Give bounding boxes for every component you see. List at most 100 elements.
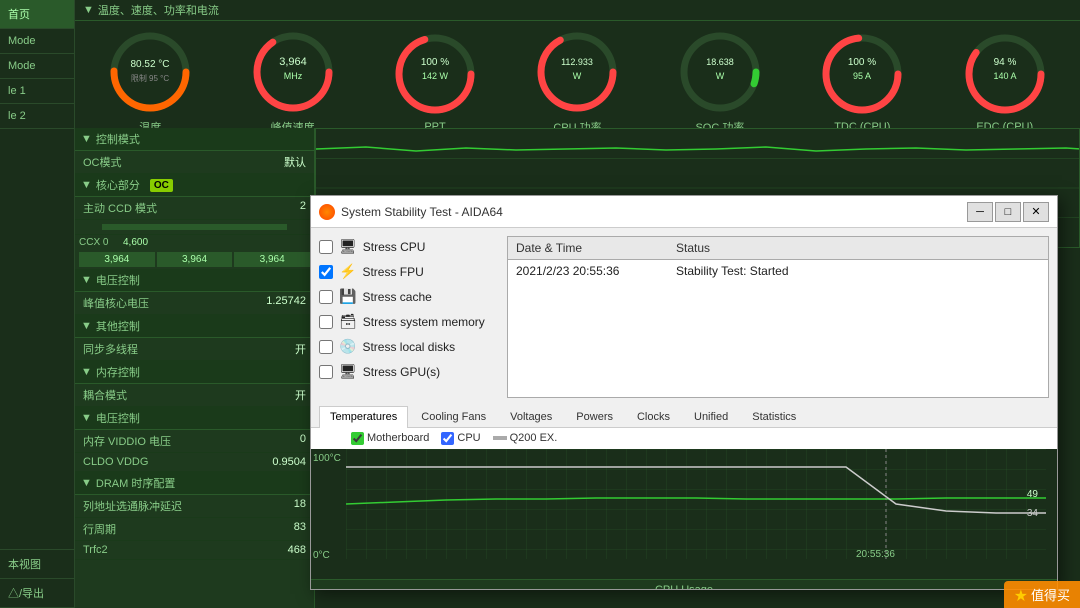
- minimize-button[interactable]: ─: [967, 202, 993, 222]
- svg-text:112.933: 112.933: [562, 57, 594, 67]
- addr-row: 列地址选通脉冲延迟 18: [75, 495, 314, 518]
- svg-text:34: 34: [1027, 508, 1039, 519]
- gauge-edc-cpu: 94 % 140 A EDC (CPU): [945, 29, 1065, 133]
- sidebar-item-home[interactable]: 首页: [0, 0, 74, 29]
- freq-val-2: 3,964: [234, 252, 310, 267]
- sidebar-item-view[interactable]: 本视图: [0, 550, 74, 579]
- viddio-label: 内存 VIDDIO 电压: [83, 433, 171, 449]
- peak-voltage-row: 峰值核心电压 1.25742: [75, 292, 314, 315]
- voltage-ctrl2-title: 电压控制: [96, 410, 140, 426]
- tab-temperatures[interactable]: Temperatures: [319, 406, 408, 428]
- log-row-date: 2021/2/23 20:55:36: [516, 264, 676, 278]
- cpu-usage-section: CPU Usage 100%: [311, 579, 1057, 590]
- sidebar-item-mode2[interactable]: Mode: [0, 54, 74, 79]
- viddio-row: 内存 VIDDIO 电压 0: [75, 430, 314, 453]
- oc-mode-row[interactable]: OC模式 默认: [75, 151, 314, 174]
- coupling-label: 耦合模式: [83, 387, 127, 403]
- stress-gpu-checkbox[interactable]: [319, 365, 333, 379]
- svg-text:95 A: 95 A: [853, 71, 871, 81]
- log-row-0: 2021/2/23 20:55:36 Stability Test: Start…: [508, 260, 1048, 282]
- gauge-tdc-cpu: 100 % 95 A TDC (CPU): [802, 29, 922, 133]
- stress-cpu-checkbox[interactable]: [319, 240, 333, 254]
- gauge-temperature: 80.52 °C 限制 95 °C 温度: [90, 27, 210, 135]
- voltage-control-arrow: ▼: [81, 274, 92, 286]
- oc-mode-value: 默认: [284, 154, 306, 170]
- gauges-header: ▼ 温度、速度、功率和电流: [75, 0, 1080, 21]
- stability-test-dialog: System Stability Test - AIDA64 ─ □ ✕ 🖥 S…: [310, 195, 1058, 590]
- voltage-ctrl2-arrow: ▼: [81, 412, 92, 424]
- stress-cache-checkbox[interactable]: [319, 290, 333, 304]
- svg-text:94 %: 94 %: [993, 57, 1016, 68]
- sidebar-item-le2[interactable]: le 2: [0, 104, 74, 129]
- stress-gpu-label: Stress GPU(s): [363, 365, 440, 379]
- memory-control-arrow: ▼: [81, 366, 92, 378]
- stress-disks-checkbox[interactable]: [319, 340, 333, 354]
- tab-cooling-fans[interactable]: Cooling Fans: [410, 406, 497, 427]
- svg-text:限制 95 °C: 限制 95 °C: [131, 73, 170, 83]
- tab-powers[interactable]: Powers: [565, 406, 624, 427]
- coupling-row: 耦合模式 开: [75, 384, 314, 407]
- stress-fpu-checkbox[interactable]: [319, 265, 333, 279]
- tab-unified[interactable]: Unified: [683, 406, 739, 427]
- voltage-control-header: ▼ 电压控制: [75, 269, 314, 292]
- core-section-header: ▼ 核心部分 OC: [75, 174, 314, 197]
- sidebar-item-mode1[interactable]: Mode: [0, 29, 74, 54]
- dialog-body: 🖥 Stress CPU ⚡ Stress FPU 💾 Stress cache…: [311, 228, 1057, 406]
- log-row-status: Stability Test: Started: [676, 264, 1040, 278]
- control-mode-arrow: ▼: [81, 133, 92, 145]
- dram-timing-title: DRAM 时序配置: [96, 475, 175, 491]
- cpu-usage-label: CPU Usage: [311, 582, 1057, 590]
- dialog-app-icon: [319, 204, 335, 220]
- tab-clocks[interactable]: Clocks: [626, 406, 681, 427]
- trfc2-value: 468: [288, 544, 306, 556]
- legend-cpu-label: CPU: [457, 432, 480, 444]
- legend-motherboard-label: Motherboard: [367, 432, 429, 444]
- left-controls-panel: ▼ 控制模式 OC模式 默认 ▼ 核心部分 OC 主动 CCD 模式 2 CCX…: [75, 128, 315, 608]
- sidebar-item-le1[interactable]: le 1: [0, 79, 74, 104]
- stress-fpu-option[interactable]: ⚡ Stress FPU: [319, 261, 499, 282]
- legend-cpu-checkbox[interactable]: [441, 432, 454, 445]
- temp-chart-svg: 49 34 20:55:36: [346, 449, 1046, 559]
- stress-disks-option[interactable]: 💿 Stress local disks: [319, 336, 499, 357]
- tab-voltages[interactable]: Voltages: [499, 406, 563, 427]
- main-ccd-row: 主动 CCD 模式 2: [75, 197, 314, 220]
- ccx-label: CCX 0: [79, 237, 119, 248]
- stress-gpu-option[interactable]: 🖥 Stress GPU(s): [319, 361, 499, 382]
- stress-cpu-option[interactable]: 🖥 Stress CPU: [319, 236, 499, 257]
- voltage-control-title: 电压控制: [96, 272, 140, 288]
- svg-text:49: 49: [1027, 489, 1039, 500]
- dialog-tabs: Temperatures Cooling Fans Voltages Power…: [311, 406, 1057, 428]
- dialog-window-controls: ─ □ ✕: [967, 202, 1049, 222]
- gauges-arrow-icon: ▼: [83, 4, 94, 16]
- svg-text:80.52 °C: 80.52 °C: [131, 59, 170, 70]
- legend-q200-icon: [493, 433, 507, 443]
- cldo-row: CLDO VDDG 0.9504: [75, 453, 314, 472]
- log-table-header: Date & Time Status: [508, 237, 1048, 260]
- ccx-bar: CCX 0 4,600: [75, 235, 314, 250]
- gauge-peak-speed: 3,964 MHz 峰值速度: [233, 27, 353, 135]
- chart-y-min: 0°C: [313, 550, 330, 561]
- cldo-value: 0.9504: [272, 456, 306, 468]
- svg-text:W: W: [573, 71, 582, 81]
- tab-statistics[interactable]: Statistics: [741, 406, 807, 427]
- svg-text:142 W: 142 W: [422, 71, 449, 81]
- svg-text:3,964: 3,964: [279, 56, 307, 68]
- close-button[interactable]: ✕: [1023, 202, 1049, 222]
- stress-fpu-label: Stress FPU: [362, 265, 423, 279]
- dram-timing-arrow: ▼: [81, 477, 92, 489]
- oc-tag: OC: [150, 179, 173, 192]
- main-ccd-value: 2: [300, 200, 306, 216]
- stress-memory-checkbox[interactable]: [319, 315, 333, 329]
- gauges-section: ▼ 温度、速度、功率和电流 80.52 °C 限制 95 °C 温度 3,964…: [75, 0, 1080, 128]
- stress-cache-option[interactable]: 💾 Stress cache: [319, 286, 499, 307]
- svg-text:18.638: 18.638: [706, 57, 734, 67]
- maximize-button[interactable]: □: [995, 202, 1021, 222]
- sync-value: 开: [295, 341, 306, 357]
- chart-y-max: 100°C: [313, 453, 341, 464]
- addr-label: 列地址选通脉冲延迟: [83, 498, 182, 514]
- sidebar-item-export[interactable]: △/导出: [0, 579, 74, 608]
- legend-motherboard: Motherboard: [351, 432, 429, 445]
- dram-timing-header: ▼ DRAM 时序配置: [75, 472, 314, 495]
- stress-memory-option[interactable]: 🗃 Stress system memory: [319, 311, 499, 332]
- legend-motherboard-checkbox[interactable]: [351, 432, 364, 445]
